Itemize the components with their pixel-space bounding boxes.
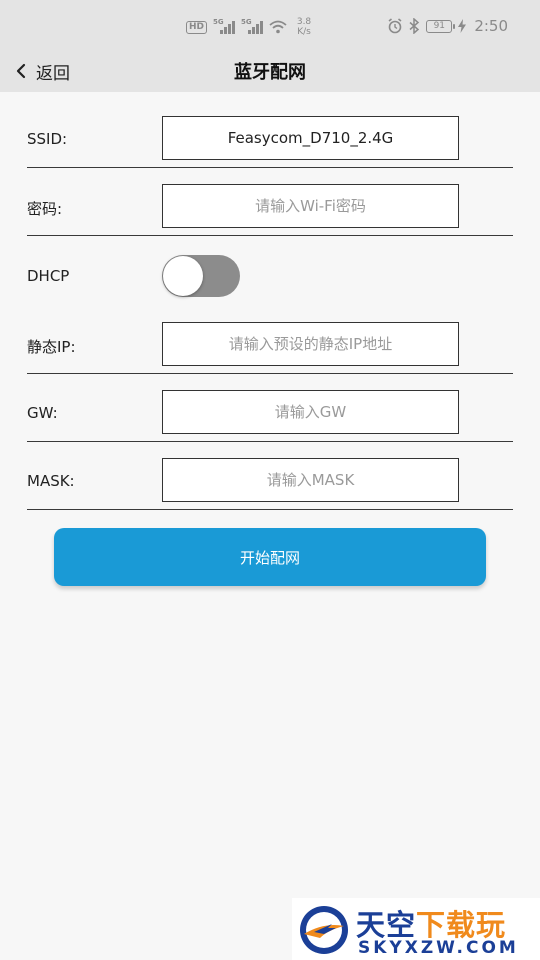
hd-icon: HD [186,20,208,34]
gw-label: GW: [27,404,58,422]
sim1-generation: 5G [213,18,224,26]
signal-icon-sim1: 5G [213,18,235,34]
watermark-title-part2: 下载玩 [416,908,507,942]
wifi-icon [269,20,287,34]
static-ip-field[interactable] [162,322,459,366]
static-ip-row: 静态IP: [27,306,513,374]
screen: HD 5G 5G 3.8 K/s 91 2:50 返回 蓝牙配网 SSID: F… [0,0,540,960]
watermark-logo-icon [300,906,348,954]
ssid-label: SSID: [27,130,68,148]
mask-label: MASK: [27,472,75,490]
signal-icon-sim2: 5G [241,18,263,34]
watermark-subtitle: SKYXZW.COM [358,938,519,958]
clock: 2:50 [474,17,508,35]
status-bar: HD 5G 5G 3.8 K/s 91 2:50 [0,0,540,50]
password-field[interactable] [162,184,459,228]
top-bar: HD 5G 5G 3.8 K/s 91 2:50 返回 蓝牙配网 [0,0,540,92]
watermark-title-part1: 天空 [356,908,417,942]
network-speed-value: 3.8 [296,17,312,27]
toggle-knob [163,256,203,296]
network-speed: 3.8 K/s [293,17,315,37]
password-label: 密码: [27,200,63,218]
battery-icon: 91 [426,19,456,33]
mask-field[interactable] [162,458,459,502]
status-left: HD 5G 5G 3.8 K/s [186,17,315,37]
app-bar: 返回 蓝牙配网 [0,50,540,92]
ssid-row: SSID: [27,100,513,168]
page-title: 蓝牙配网 [234,62,306,83]
bluetooth-icon [409,18,420,34]
gw-field[interactable] [162,390,459,434]
password-row: 密码: [27,168,513,236]
mask-row: MASK: [27,442,513,510]
alarm-icon [388,18,402,34]
dhcp-row: DHCP [27,236,513,304]
charging-icon [458,19,467,33]
status-right: 91 2:50 [387,15,508,37]
start-provisioning-button[interactable]: 开始配网 [54,528,486,586]
static-ip-label: 静态IP: [27,338,76,356]
gw-row: GW: [27,374,513,442]
sim2-generation: 5G [241,18,252,26]
network-speed-unit: K/s [297,27,311,37]
watermark: 天空下载玩 SKYXZW.COM [292,898,540,960]
ssid-field[interactable] [162,116,459,160]
dhcp-toggle[interactable] [162,255,240,297]
dhcp-label: DHCP [27,267,70,285]
